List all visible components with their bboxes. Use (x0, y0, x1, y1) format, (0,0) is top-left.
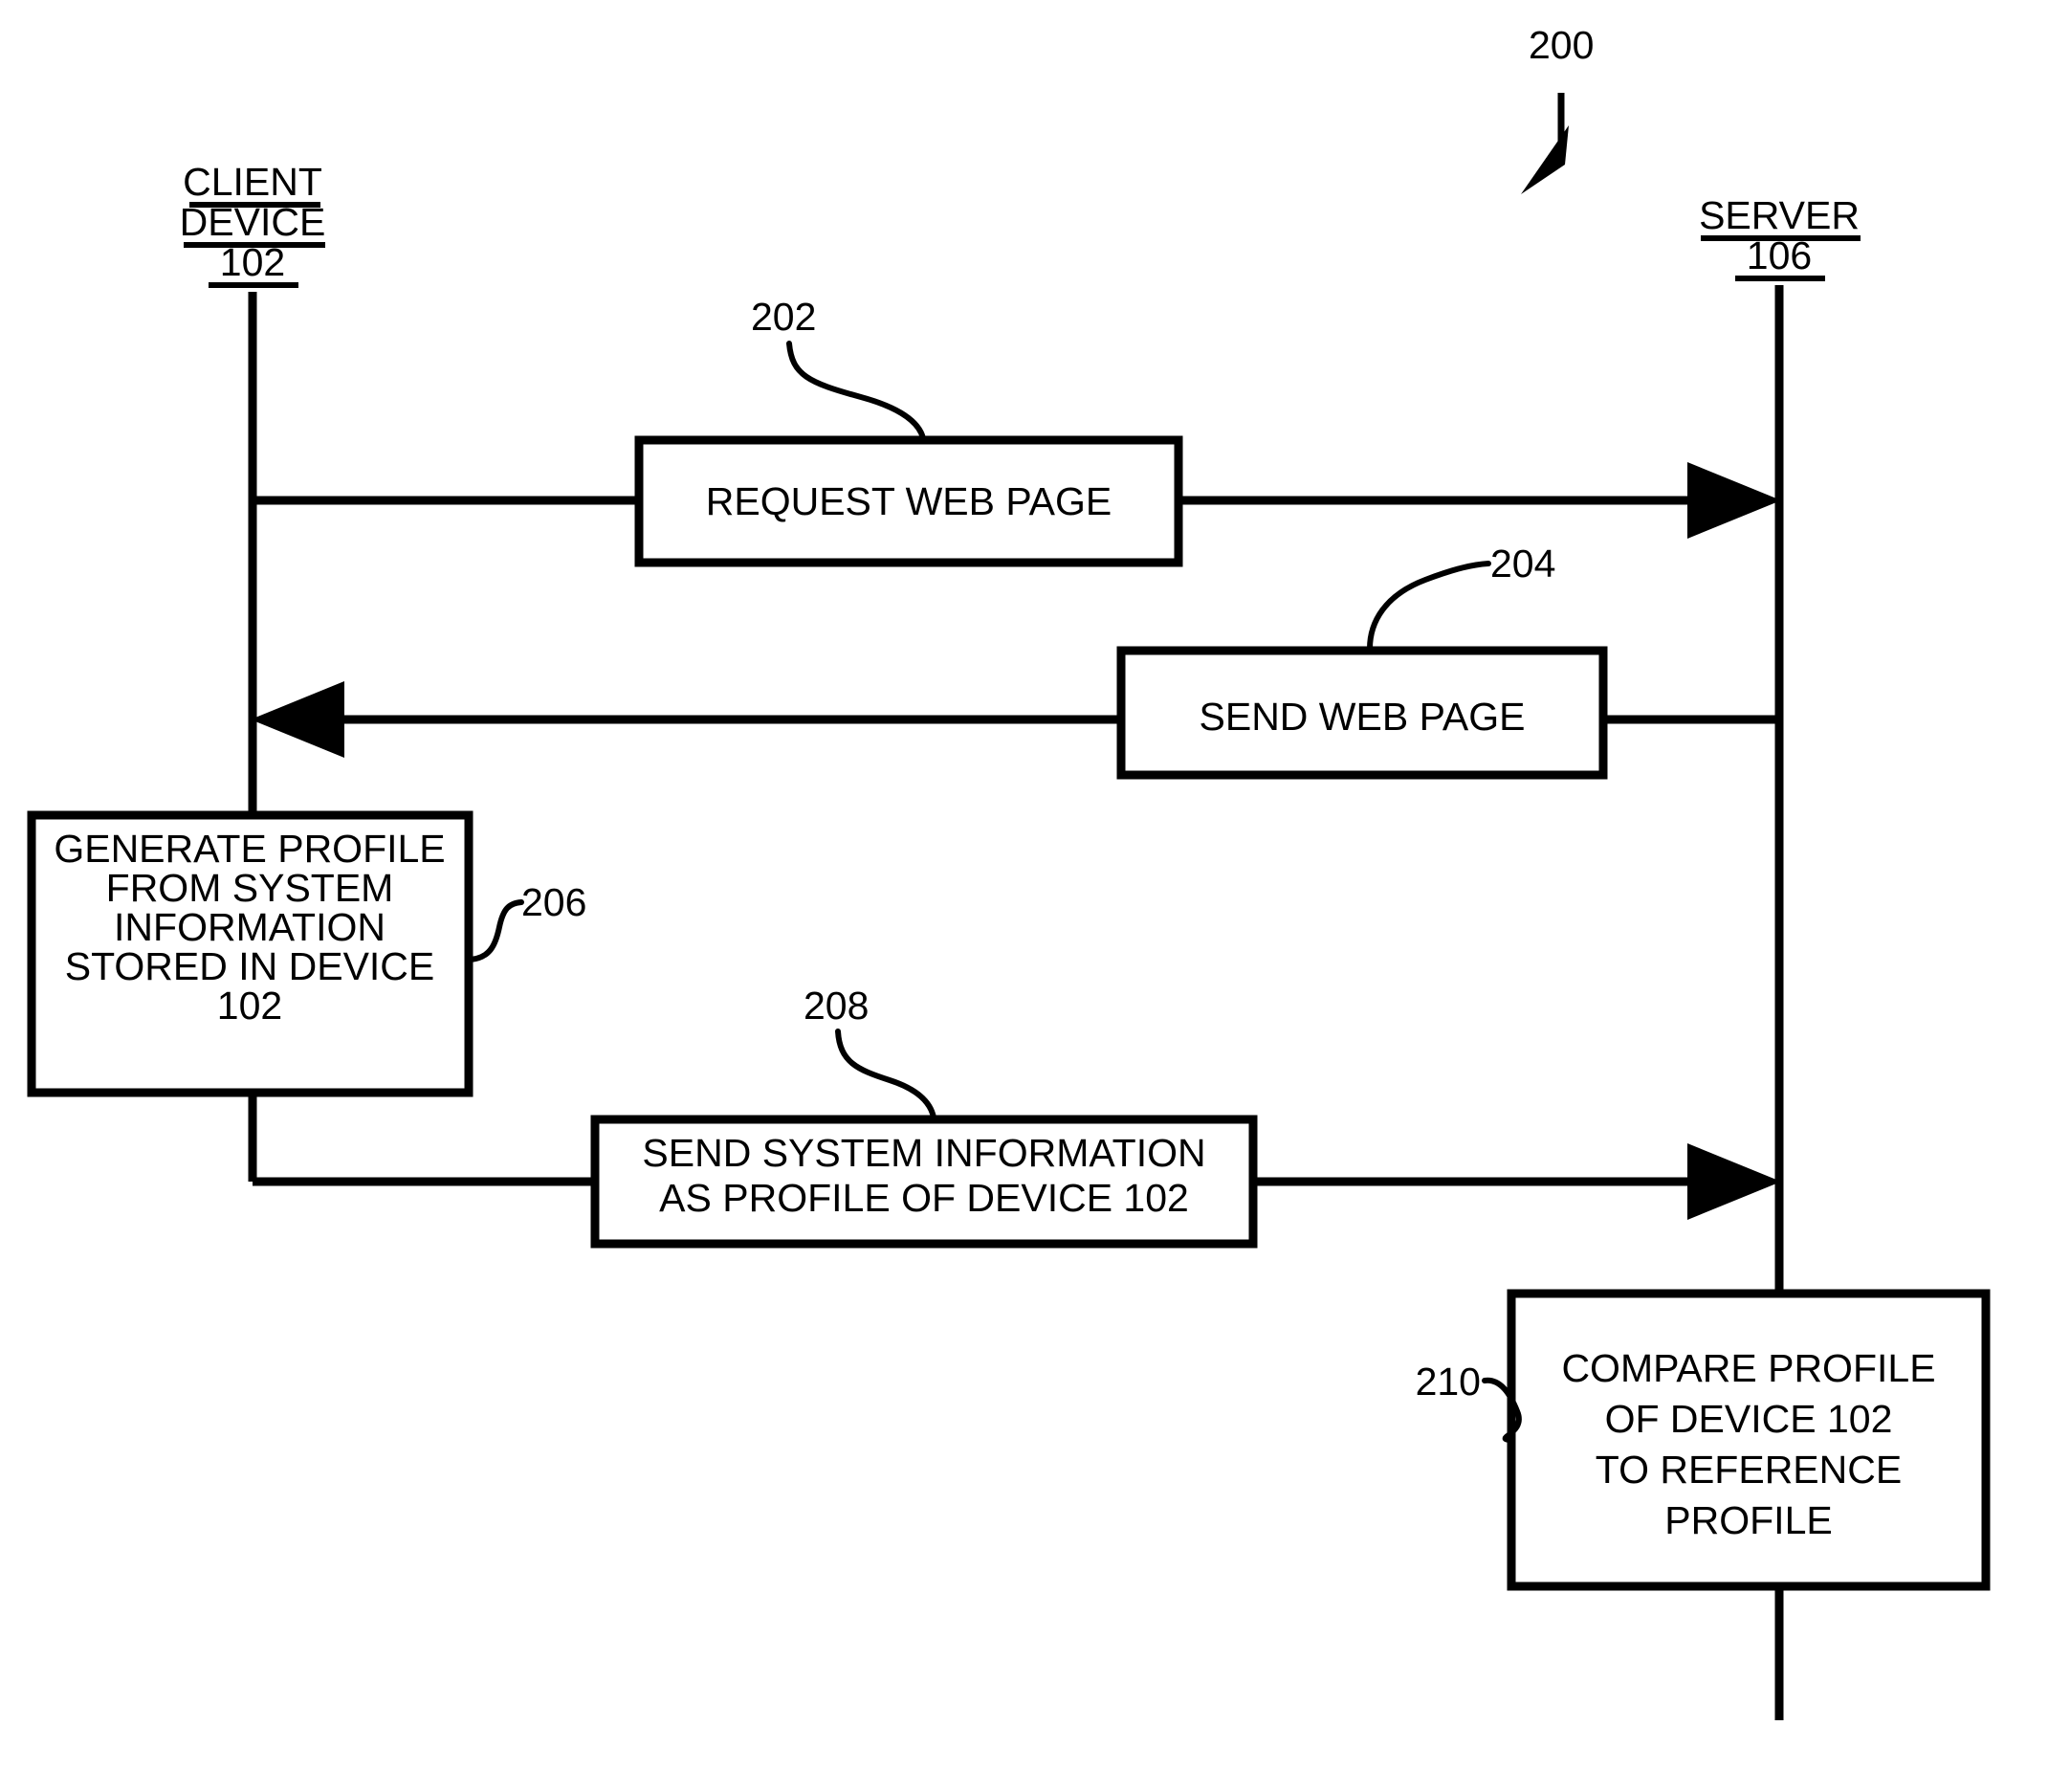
step-206-label-line-5: 102 (217, 984, 282, 1028)
step-202-leader-line (786, 341, 926, 441)
step-204-arrowhead (251, 681, 344, 758)
step-208-group: SEND SYSTEM INFORMATION AS PROFILE OF DE… (253, 984, 1781, 1249)
lane-header-client: CLIENT DEVICE 102 (180, 160, 326, 288)
step-202-group: REQUEST WEB PAGE 202 (253, 295, 1781, 567)
figure-pointer-arrowhead (1521, 125, 1569, 194)
step-208-leader-line (835, 1029, 936, 1120)
step-206-ref-number: 206 (521, 880, 586, 924)
step-208-ref-number: 208 (804, 984, 869, 1028)
lane-header-server: SERVER 106 (1699, 193, 1861, 281)
step-202-ref-number: 202 (751, 295, 816, 339)
server-lane-title-line1: SERVER (1699, 193, 1860, 237)
step-208-label-line-2: AS PROFILE OF DEVICE 102 (659, 1176, 1189, 1220)
step-210-group: COMPARE PROFILE OF DEVICE 102 TO REFEREN… (1416, 1289, 1991, 1591)
client-lane-title-line1: CLIENT (183, 160, 322, 204)
step-204-group: SEND WEB PAGE 204 (251, 542, 1779, 780)
figure-number-group: 200 (1521, 23, 1594, 194)
patent-figure-200: 200 CLIENT DEVICE 102 SERVER 106 REQUEST… (0, 0, 2070, 1792)
step-208-arrowhead (1687, 1143, 1781, 1220)
step-210-label-line-3: TO REFERENCE (1596, 1448, 1902, 1492)
step-210-label-line-2: OF DEVICE 102 (1605, 1397, 1893, 1441)
step-210-label-line-4: PROFILE (1664, 1498, 1832, 1542)
step-206-label-line-4: STORED IN DEVICE (65, 944, 435, 988)
server-lane-ref: 106 (1747, 233, 1812, 277)
step-204-label: SEND WEB PAGE (1200, 695, 1526, 739)
step-202-label: REQUEST WEB PAGE (706, 479, 1112, 523)
step-206-leader-line (468, 899, 524, 962)
step-206-label-line-1: GENERATE PROFILE (54, 827, 445, 871)
step-202-arrowhead (1687, 462, 1781, 539)
client-lane-title-line2: DEVICE (180, 200, 326, 244)
step-206-label-line-3: INFORMATION (114, 905, 385, 949)
step-210-ref-number: 210 (1416, 1360, 1481, 1404)
step-204-ref-number: 204 (1490, 542, 1555, 586)
step-206-label-line-2: FROM SYSTEM (106, 866, 394, 910)
client-lane-ref: 102 (220, 240, 285, 284)
step-206-group: GENERATE PROFILE FROM SYSTEM INFORMATION… (27, 810, 586, 1097)
step-210-label-line-1: COMPARE PROFILE (1561, 1346, 1935, 1390)
figure-number-label: 200 (1529, 23, 1594, 67)
sequence-diagram-canvas: 200 CLIENT DEVICE 102 SERVER 106 REQUEST… (27, 23, 1991, 1720)
step-208-label-line-1: SEND SYSTEM INFORMATION (642, 1131, 1205, 1175)
step-204-leader-line (1367, 561, 1491, 652)
